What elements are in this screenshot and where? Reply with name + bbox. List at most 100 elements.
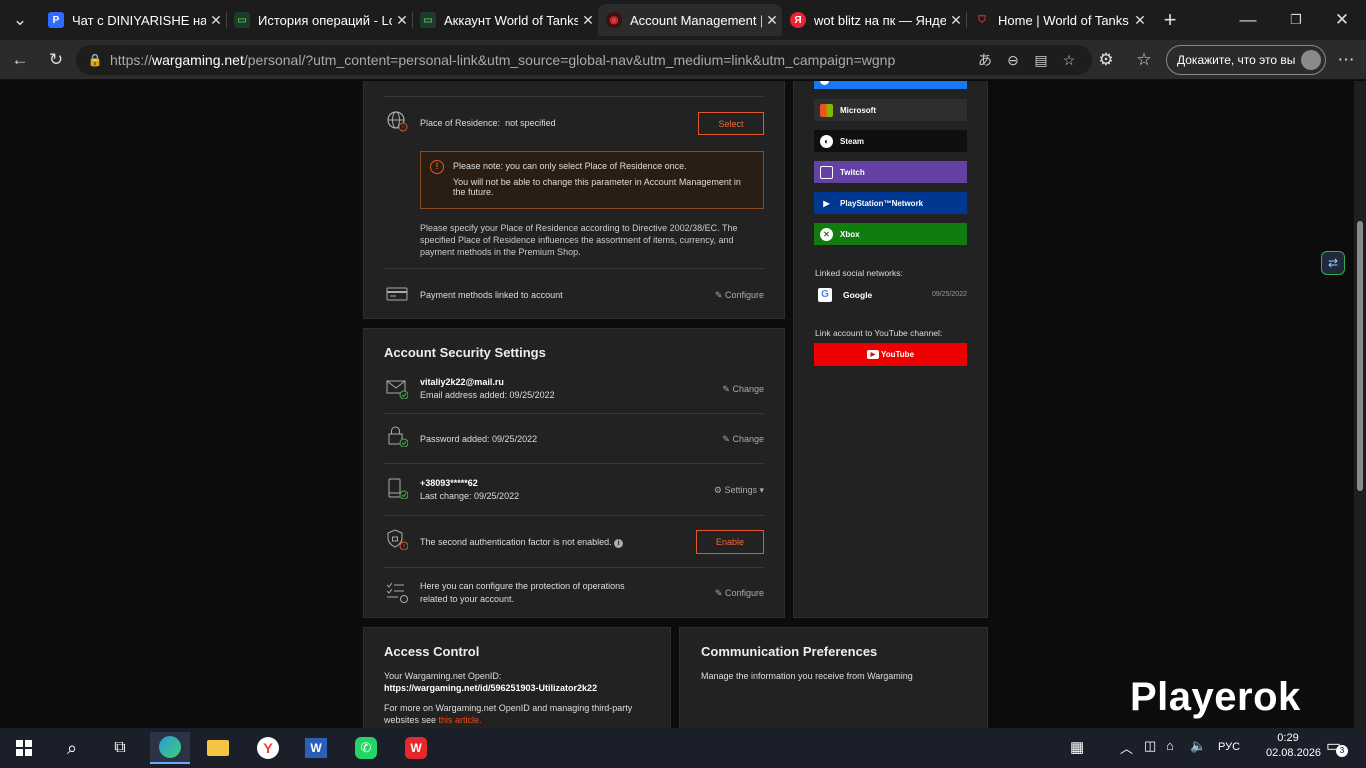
social-button-xbox[interactable]: ✕ Xbox: [814, 223, 967, 245]
zoom-icon[interactable]: ⊖: [1002, 49, 1024, 71]
row-divider: [384, 567, 764, 568]
configure-payment-link[interactable]: ✎ Configure: [715, 290, 764, 301]
openid-more-line-2: websites see this article.: [384, 715, 482, 725]
youtube-title: Link account to YouTube channel:: [815, 328, 943, 338]
avatar: [1301, 50, 1321, 70]
tab-lolz-account[interactable]: ▭ Аккаунт World of Tanks Blitz ✕: [412, 4, 598, 36]
openid-article-link[interactable]: this article.: [439, 715, 482, 725]
tab-account-management[interactable]: ◉ Account Management | Wargaming ✕: [598, 4, 782, 36]
tab-bar: ⌄ P Чат с DINIYARISHE на Playerok ✕ ▭ Ис…: [0, 0, 1366, 40]
close-tab-icon[interactable]: ✕: [578, 12, 598, 29]
reload-icon[interactable]: ↻: [44, 48, 68, 72]
translate-icon[interactable]: あ: [974, 49, 996, 71]
configure-operations-link[interactable]: ✎ Configure: [715, 588, 764, 599]
new-tab-plus-icon[interactable]: +: [1158, 7, 1182, 32]
close-tab-icon[interactable]: ✕: [392, 12, 412, 29]
social-button-twitch[interactable]: Twitch: [814, 161, 967, 183]
clock[interactable]: 0:29 02.08.2026: [1266, 732, 1321, 759]
configure-label: Configure: [724, 290, 764, 300]
news-widget-icon[interactable]: ▦: [1070, 738, 1084, 756]
extensions-icon[interactable]: ⚙: [1094, 48, 1118, 72]
back-arrow-icon[interactable]: ←: [8, 48, 32, 72]
row-divider: [384, 81, 764, 97]
youtube-link-button[interactable]: ▶ YouTube: [814, 343, 967, 366]
task-view-icon[interactable]: ⧉: [100, 732, 140, 764]
wps-office-icon[interactable]: W: [396, 732, 436, 764]
notifications-icon[interactable]: ▭ 3: [1326, 736, 1348, 757]
reader-view-icon[interactable]: ▤: [1030, 49, 1052, 71]
residence-warning-note: ! Please note: you can only select Place…: [420, 151, 764, 209]
close-tab-icon[interactable]: ✕: [1130, 12, 1150, 29]
social-button-microsoft[interactable]: Microsoft: [814, 99, 967, 121]
twofa-status: The second authentication factor is not …: [420, 537, 624, 548]
url-scheme: https://: [110, 52, 153, 68]
close-window-icon[interactable]: ✕: [1330, 8, 1354, 32]
network-icon[interactable]: ⌂: [1166, 738, 1174, 753]
more-menu-icon[interactable]: ⋯: [1334, 48, 1358, 72]
enable-2fa-button[interactable]: Enable: [696, 530, 764, 554]
language-indicator[interactable]: РУС: [1218, 741, 1240, 753]
row-divider: [384, 413, 764, 414]
scrollbar-thumb[interactable]: [1357, 221, 1363, 491]
credit-card-icon: [386, 283, 408, 305]
minimize-icon[interactable]: —: [1236, 8, 1260, 32]
sidebar-helper-icon[interactable]: ⇄: [1321, 251, 1345, 275]
tab-actions-chevron-icon[interactable]: ⌄: [8, 8, 32, 32]
lolz-favicon-icon: ▭: [234, 12, 250, 28]
social-button-steam[interactable]: ◐ Steam: [814, 130, 967, 152]
google-label: Google: [843, 290, 873, 300]
yandex-favicon-icon: Я: [790, 12, 806, 28]
close-tab-icon[interactable]: ✕: [762, 12, 782, 29]
favorites-icon[interactable]: ☆: [1132, 48, 1156, 72]
lolz-favicon-icon: ▭: [420, 12, 436, 28]
restore-icon[interactable]: ❐: [1284, 8, 1308, 32]
row-divider: [384, 515, 764, 516]
globe-icon: !: [386, 110, 408, 132]
close-tab-icon[interactable]: ✕: [946, 12, 966, 29]
residence-info: Please specify your Place of Residence a…: [420, 223, 738, 257]
favorite-star-icon[interactable]: ☆: [1058, 49, 1080, 71]
openid-more-text: For more on Wargaming.net OpenID and man…: [384, 703, 633, 713]
search-icon[interactable]: ⌕: [52, 732, 92, 764]
address-bar[interactable]: 🔒 https://wargaming.net/personal/?utm_co…: [76, 45, 1092, 75]
security-panel: Account Security Settings vitaliy2k22@ma…: [363, 328, 785, 618]
tab-playerok[interactable]: P Чат с DINIYARISHE на Playerok ✕: [40, 4, 226, 36]
close-tab-icon[interactable]: ✕: [206, 12, 226, 29]
profile-button[interactable]: Докажите, что это вы: [1166, 45, 1326, 75]
tab-title: Home | World of Tanks Blitz: [998, 12, 1130, 28]
change-password-link[interactable]: ✎ Change: [722, 434, 764, 445]
navigation-bar: ← ↻ 🔒 https://wargaming.net/personal/?ut…: [0, 40, 1366, 80]
email-added-date: Email address added: 09/25/2022: [420, 390, 555, 400]
email-value: vitaliy2k22@mail.ru: [420, 377, 504, 387]
social-button-playstation[interactable]: ▶ PlayStation™Network: [814, 192, 967, 214]
yandex-browser-icon[interactable]: Y: [248, 732, 288, 764]
tab-yandex[interactable]: Я wot blitz на пк — Яндекс ✕: [782, 4, 966, 36]
social-label: Steam: [840, 136, 865, 146]
social-networks-panel: Microsoft ◐ Steam Twitch ▶ PlayStation™Net…: [793, 81, 988, 618]
scrollbar[interactable]: [1354, 81, 1366, 728]
steam-icon: ◐: [820, 134, 833, 148]
phone-settings-dropdown[interactable]: ⚙ Settings ▾: [714, 485, 764, 496]
residence-label: Place of Residence:: [420, 118, 501, 128]
select-residence-button[interactable]: Select: [698, 112, 764, 135]
edge-taskbar-icon[interactable]: [150, 732, 190, 764]
info-icon[interactable]: i: [614, 539, 624, 548]
tray-overflow-icon[interactable]: ︿: [1120, 738, 1133, 757]
tab-wotb-home[interactable]: ⛉ Home | World of Tanks Blitz ✕: [966, 4, 1150, 36]
google-linked-date: 09/25/2022: [931, 291, 967, 298]
configure-label: Configure: [724, 588, 764, 598]
camera-icon[interactable]: ◫: [1144, 738, 1156, 754]
change-email-link[interactable]: ✎ Change: [722, 384, 764, 395]
windows-start-icon[interactable]: [4, 732, 44, 764]
whatsapp-icon[interactable]: ✆: [346, 732, 386, 764]
social-button-facebook[interactable]: [814, 81, 967, 89]
word-icon[interactable]: W: [296, 732, 336, 764]
file-explorer-icon[interactable]: [198, 732, 238, 764]
tab-lolz-history[interactable]: ▭ История операций - Lolz ✕: [226, 4, 412, 36]
row-divider: [384, 463, 764, 464]
tab-title: История операций - Lolz: [258, 12, 392, 28]
playstation-icon: ▶: [823, 198, 830, 208]
volume-icon[interactable]: 🔈: [1190, 738, 1206, 754]
openid-more-text-2: websites see: [384, 715, 437, 725]
operations-text-1: Here you can configure the protection of…: [420, 581, 625, 591]
